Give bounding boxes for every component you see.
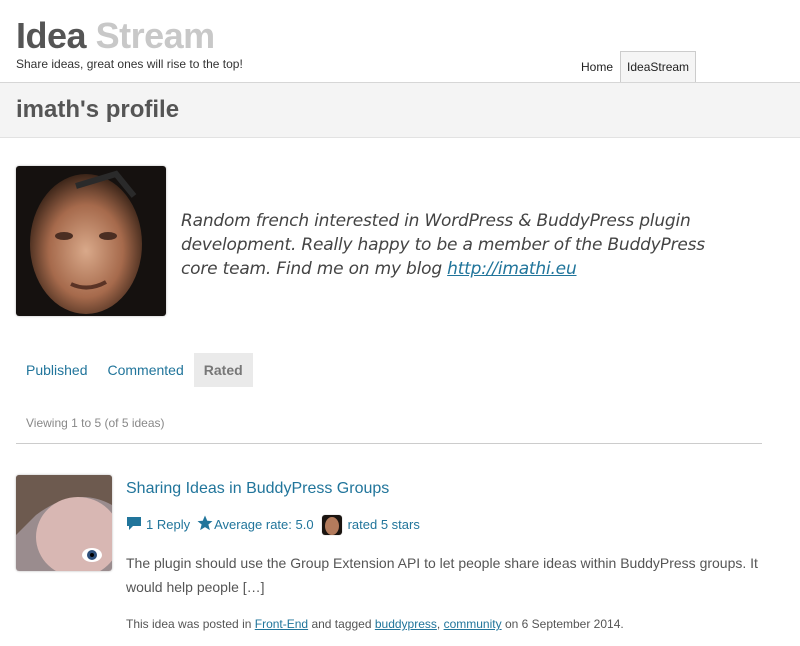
tag-separator: , — [436, 617, 441, 631]
average-rating: Average rate: 5.0 — [214, 517, 314, 532]
site-title-part2: Stream — [95, 15, 216, 56]
idea-excerpt: The plugin should use the Group Extensio… — [126, 555, 758, 595]
tab-published[interactable]: Published — [16, 353, 98, 387]
divider — [16, 443, 762, 444]
posted-prefix: This idea was posted in — [126, 617, 252, 631]
bio-text: Random french interested in WordPress & … — [181, 211, 705, 279]
profile-tabs: Published Commented Rated — [16, 353, 253, 387]
idea-author-avatar[interactable] — [16, 475, 112, 571]
site-header: Idea Stream Share ideas, great ones will… — [0, 0, 800, 83]
tab-commented[interactable]: Commented — [98, 353, 194, 387]
nav-ideastream[interactable]: IdeaStream — [620, 51, 697, 82]
main-nav: Home IdeaStream — [574, 51, 697, 82]
site-title[interactable]: Idea Stream — [16, 16, 215, 56]
tab-rated[interactable]: Rated — [193, 353, 253, 387]
rater-avatar[interactable] — [321, 514, 342, 535]
blog-link[interactable]: http://imathi.eu — [447, 259, 577, 279]
replies-link[interactable]: 1 Reply — [146, 517, 190, 532]
rated-stars: rated 5 stars — [347, 517, 420, 532]
nav-home[interactable]: Home — [574, 51, 620, 82]
tagged-text: and tagged — [311, 617, 372, 631]
avatar[interactable] — [16, 166, 166, 316]
idea-footer: This idea was posted in Front-End and ta… — [126, 617, 624, 631]
page-title: imath's profile — [16, 96, 180, 123]
star-icon — [196, 514, 214, 535]
tag-link-buddypress[interactable]: buddypress — [375, 617, 437, 631]
tag-link-community[interactable]: community — [444, 617, 502, 631]
speech-bubble-icon — [126, 515, 142, 534]
category-link[interactable]: Front-End — [255, 617, 308, 631]
posted-date: on 6 September 2014. — [504, 617, 624, 631]
viewing-count: Viewing 1 to 5 (of 5 ideas) — [26, 416, 165, 430]
profile-bio: Random french interested in WordPress & … — [181, 209, 741, 281]
site-tagline: Share ideas, great ones will rise to the… — [16, 57, 243, 71]
idea-title-link[interactable]: Sharing Ideas in BuddyPress Groups — [126, 480, 389, 498]
idea-author-photo — [16, 475, 112, 571]
idea-meta: 1 Reply Average rate: 5.0 rated 5 stars — [126, 514, 420, 535]
profile-title-bar: imath's profile — [0, 83, 800, 138]
profile-photo — [16, 166, 166, 316]
site-title-part1: Idea — [16, 15, 87, 56]
